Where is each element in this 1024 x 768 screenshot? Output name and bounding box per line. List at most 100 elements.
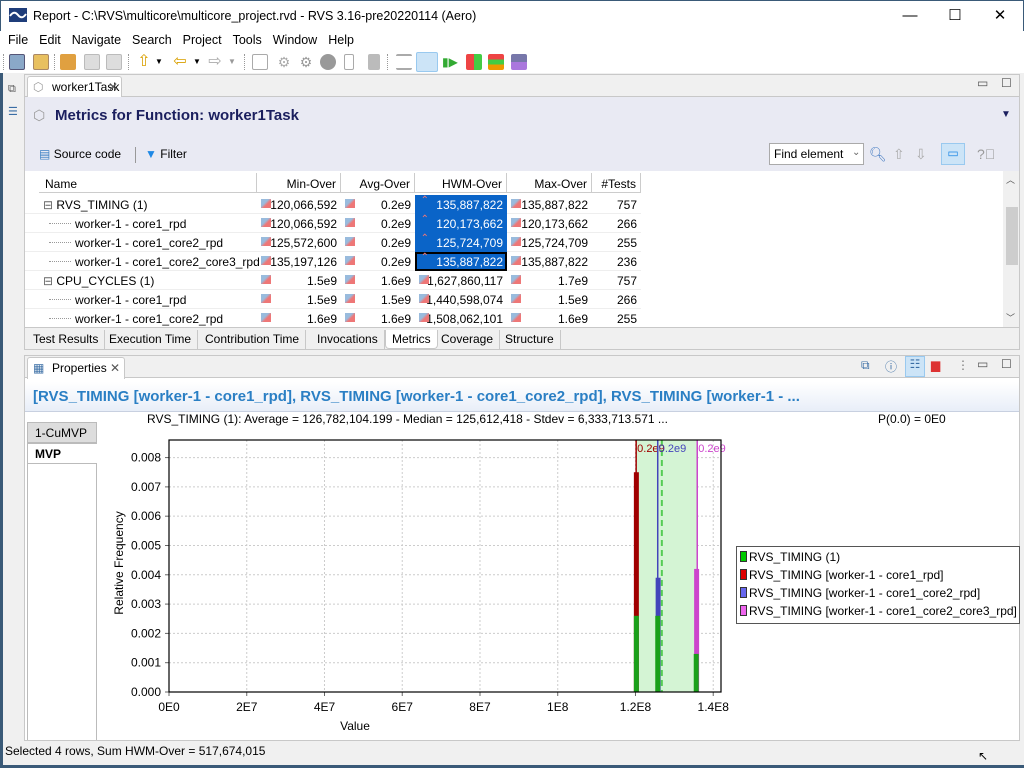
distribution-icon[interactable] [261,218,271,227]
table-group-row[interactable]: ⊟ RVS_TIMING (1) 120,066,592 0.2e9 ⌃ 135,887… [25,195,641,214]
list-view-icon[interactable] [396,54,412,70]
table-row[interactable]: worker-1 - core1_core2_rpd 125,572,600 0.2… [25,233,641,252]
pin-icon[interactable]: ⧉ [861,358,870,373]
layout-icon[interactable] [466,54,482,70]
legend-item[interactable]: RVS_TIMING (1) [740,550,840,568]
maximize-view-icon[interactable]: ☐ [1001,76,1012,90]
scroll-down-icon[interactable]: ﹀ [1006,311,1015,324]
column-header-avg-over[interactable]: Avg-Over [341,173,415,193]
source-code-button[interactable]: ▤ Source code [39,147,121,161]
tab-worker1task[interactable]: ⬡ worker1Task ✕ [27,76,122,98]
legend-item[interactable]: RVS_TIMING [worker-1 - core1_core2_rpd] [740,586,980,604]
more-icon[interactable]: ⋮ [957,358,969,372]
side-tab-1-cumvp[interactable]: 1-CuMVP [27,422,97,443]
distribution-icon[interactable] [261,256,271,265]
column-header-tests[interactable]: #Tests [592,173,641,193]
previous-icon[interactable]: ⇧ [893,146,905,163]
distribution-icon[interactable] [511,218,521,227]
distribution-icon[interactable]: ⌃ [419,233,429,244]
distribution-icon[interactable] [511,313,521,322]
distribution-icon[interactable]: ⌃ [419,195,429,206]
distribution-icon[interactable] [511,199,521,208]
menu-project[interactable]: Project [183,31,222,47]
edit-config-icon[interactable] [252,54,268,70]
distribution-icon[interactable] [261,275,271,284]
scroll-thumb[interactable] [1006,207,1018,265]
table-group-row[interactable]: ⊟ CPU_CYCLES (1) 1.5e9 1.6e9 1,627,860,117 1… [25,271,641,290]
filter-stack-icon[interactable] [488,54,504,70]
forward-dropdown-icon[interactable]: ▼ [228,54,244,70]
menu-help[interactable]: Help [328,31,354,47]
bar-chart-icon[interactable]: ▆ [931,358,940,372]
restore-icon[interactable]: ⧉ [8,83,16,96]
report-icon[interactable] [344,54,354,70]
tab-metrics[interactable]: Metrics [385,330,438,349]
table-row[interactable]: worker-1 - core1_core2_core3_rpd 135,197,… [25,252,641,271]
tab-properties[interactable]: ▦ Properties ✕ [27,357,125,379]
close-tab-icon[interactable]: ✕ [110,361,120,375]
distribution-icon[interactable] [261,237,271,246]
up-dropdown-icon[interactable]: ▼ [155,54,171,70]
play-icon[interactable]: ▮▶ [442,54,458,70]
column-header-max-over[interactable]: Max-Over [507,173,592,193]
tab-test-results[interactable]: Test Results [27,330,106,349]
new-report-icon[interactable] [9,54,25,70]
distribution-icon[interactable] [419,275,429,284]
table-row[interactable]: worker-1 - core1_core2_rpd 1.6e9 1.6e9 1,50… [25,309,641,327]
view-menu-icon[interactable]: ▼ [1001,109,1011,120]
distribution-icon[interactable] [345,275,355,284]
distribution-icon[interactable] [345,294,355,303]
menu-file[interactable]: File [8,31,28,47]
tab-coverage[interactable]: Coverage [435,330,501,349]
minimize-button[interactable]: — [887,1,933,31]
tab-contribution-time[interactable]: Contribution Time [199,330,307,349]
distribution-icon[interactable] [345,237,355,246]
distribution-icon[interactable] [345,218,355,227]
table-row[interactable]: worker-1 - core1_rpd 120,066,592 0.2e9 ⌃ 120… [25,214,641,233]
menu-tools[interactable]: Tools [233,31,262,47]
table-scrollbar[interactable]: ︿ ﹀ [1003,171,1019,327]
save-icon[interactable] [84,54,100,70]
distribution-icon[interactable] [261,199,271,208]
up-arrow-icon[interactable]: ⇧ [136,54,152,70]
menu-window[interactable]: Window [273,31,317,47]
open-report-icon[interactable] [33,54,49,70]
legend-item[interactable]: RVS_TIMING [worker-1 - core1_core2_core3… [740,604,1017,622]
menu-search[interactable]: Search [132,31,172,47]
collapse-toggle-icon[interactable]: ⊟ [43,198,56,212]
distribution-icon[interactable] [511,275,521,284]
find-icon[interactable]: 🔍︎ [869,146,887,163]
distribution-icon[interactable]: ⌃ [419,214,429,225]
filter-button[interactable]: ▼ Filter [145,147,187,161]
distribution-icon[interactable] [261,294,271,303]
hierarchy-icon[interactable] [511,54,527,70]
next-icon[interactable]: ⇩ [915,146,927,163]
table-row[interactable]: worker-1 - core1_rpd 1.5e9 1.5e9 1,440,598,… [25,290,641,309]
menu-edit[interactable]: Edit [39,31,61,47]
legend-item[interactable]: RVS_TIMING [worker-1 - core1_rpd] [740,568,944,586]
tab-execution-time[interactable]: Execution Time [103,330,199,349]
menu-navigate[interactable]: Navigate [72,31,121,47]
distribution-icon[interactable] [419,294,429,303]
comment-toggle-button[interactable]: ▭ [941,143,965,165]
export-icon[interactable] [368,54,380,70]
distribution-icon[interactable]: ⌃ [419,252,429,263]
maximize-view-icon[interactable]: ☐ [1001,357,1012,371]
distribution-icon[interactable] [511,294,521,303]
forward-arrow-icon[interactable]: ⇨ [207,54,223,70]
close-button[interactable]: ✕ [977,1,1023,31]
column-header-hwm-over[interactable]: HWM-Over [415,173,507,193]
distribution-icon[interactable] [511,256,521,265]
categories-button[interactable]: ☷ [905,356,925,377]
distribution-icon[interactable] [511,237,521,246]
find-element-dropdown[interactable]: Find element ⌄ [769,143,864,165]
build-icon[interactable]: ⚙ [276,54,292,70]
help-icon[interactable]: ?⃝ [977,146,995,162]
close-tab-icon[interactable]: ✕ [108,80,118,94]
minimize-view-icon[interactable]: ▭ [977,76,988,90]
column-header-name[interactable]: Name [39,173,257,193]
tab-invocations[interactable]: Invocations [311,330,385,349]
distribution-icon[interactable] [345,199,355,208]
column-header-min-over[interactable]: Min-Over [257,173,341,193]
table-view-button[interactable] [416,52,438,72]
